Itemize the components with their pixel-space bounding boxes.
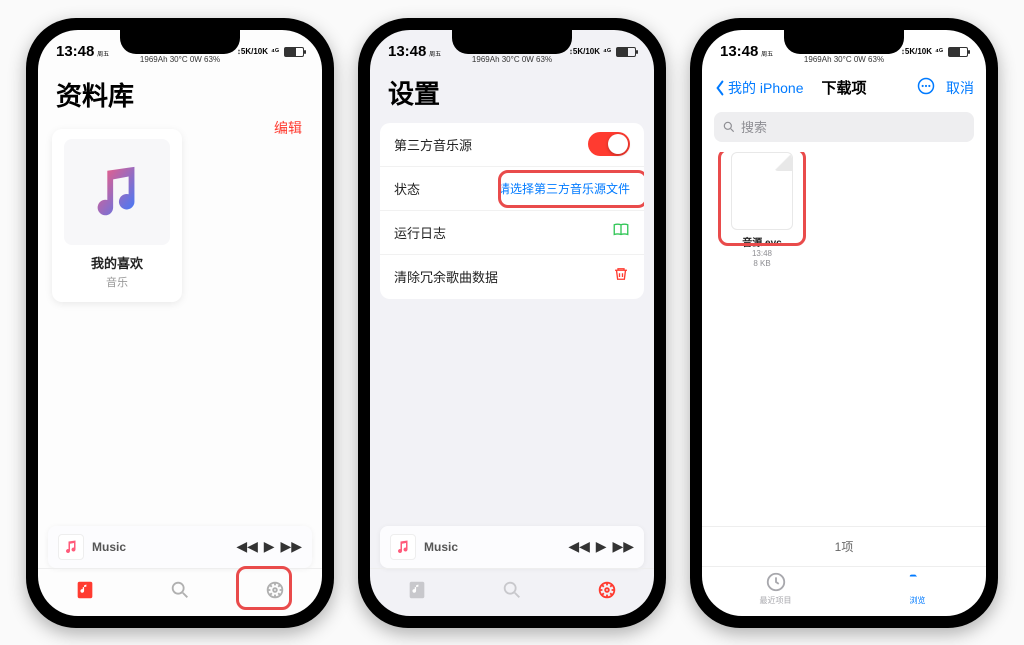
tab-bar: 最近项目 浏览 — [702, 566, 986, 616]
status-time: 13:48 — [56, 43, 94, 60]
cancel-button[interactable]: 取消 — [946, 78, 974, 98]
book-icon — [612, 221, 630, 244]
status-day: 周五 — [97, 52, 109, 58]
page-title: 设置 — [370, 70, 654, 119]
page-title: 下载项 — [821, 77, 866, 98]
select-source-link[interactable]: 请选择第三方音乐源文件 — [498, 180, 630, 197]
search-icon — [722, 120, 736, 134]
file-time: 13:48 — [722, 249, 802, 259]
tab-bar — [38, 568, 322, 616]
search-input[interactable]: 搜索 — [714, 112, 974, 142]
prev-icon[interactable]: ◀◀ — [236, 538, 258, 554]
nav-bar: 我的 iPhone 下载项 取消 — [702, 70, 986, 106]
toggle-on[interactable] — [588, 132, 630, 156]
tab-bar — [370, 568, 654, 616]
tab-search[interactable] — [492, 579, 532, 606]
music-note-icon — [58, 534, 84, 560]
clock-icon — [765, 571, 787, 593]
play-icon[interactable]: ▶ — [592, 538, 611, 554]
status-right: ↕5K/10K⁴ᴳ — [237, 47, 304, 57]
edit-button[interactable]: 编辑 — [274, 118, 302, 138]
next-icon[interactable]: ▶▶ — [280, 538, 302, 554]
card-subtitle: 音乐 — [62, 274, 172, 290]
file-icon — [731, 152, 793, 230]
phone-files: 13:48 周五 1969Ah 30°C 0W 63% ↕5K/10K⁴ᴳ 我的… — [690, 18, 998, 628]
tab-library[interactable] — [397, 579, 437, 606]
notch — [120, 30, 240, 54]
tab-library[interactable] — [65, 579, 105, 606]
music-note-icon — [64, 139, 170, 245]
page-title: 资料库 — [38, 70, 322, 121]
play-icon[interactable]: ▶ — [260, 538, 279, 554]
now-playing-title: Music — [92, 540, 234, 554]
chevron-left-icon — [714, 80, 726, 96]
now-playing-bar[interactable]: Music ◀◀ ▶ ▶▶ — [380, 526, 644, 568]
back-button[interactable]: 我的 iPhone — [714, 78, 803, 98]
notch — [452, 30, 572, 54]
now-playing-bar[interactable]: Music ◀◀ ▶ ▶▶ — [48, 526, 312, 568]
trash-icon — [612, 265, 630, 288]
settings-list: 第三方音乐源 状态 请选择第三方音乐源文件 运行日志 清除冗余歌曲数据 — [380, 123, 644, 299]
prev-icon[interactable]: ◀◀ — [568, 538, 590, 554]
row-status[interactable]: 状态 请选择第三方音乐源文件 — [380, 167, 644, 211]
tab-settings[interactable] — [255, 579, 295, 606]
tab-settings[interactable] — [587, 579, 627, 606]
row-log[interactable]: 运行日志 — [380, 211, 644, 255]
notch — [784, 30, 904, 54]
status-mid: 1969Ah 30°C 0W 63% — [140, 55, 220, 64]
phone-settings: 13:48 周五 1969Ah 30°C 0W 63% ↕5K/10K⁴ᴳ 设置… — [358, 18, 666, 628]
tab-search[interactable] — [160, 579, 200, 606]
row-third-party-source[interactable]: 第三方音乐源 — [380, 123, 644, 167]
card-title: 我的喜欢 — [62, 253, 172, 272]
file-item[interactable]: 音源.evc 13:48 8 KB — [722, 152, 802, 269]
tab-recent[interactable]: 最近项目 — [760, 567, 792, 606]
item-count: 1项 — [702, 526, 986, 566]
file-name: 音源.evc — [722, 234, 802, 249]
favorites-card[interactable]: 我的喜欢 音乐 — [52, 129, 182, 302]
file-size: 8 KB — [722, 259, 802, 269]
tab-browse[interactable]: 浏览 — [907, 567, 929, 606]
next-icon[interactable]: ▶▶ — [612, 538, 634, 554]
music-note-icon — [390, 534, 416, 560]
phone-library: 13:48 周五 1969Ah 30°C 0W 63% ↕5K/10K⁴ᴳ 资料… — [26, 18, 334, 628]
folder-icon — [907, 571, 929, 593]
row-clean-data[interactable]: 清除冗余歌曲数据 — [380, 255, 644, 299]
more-icon[interactable] — [916, 76, 936, 99]
